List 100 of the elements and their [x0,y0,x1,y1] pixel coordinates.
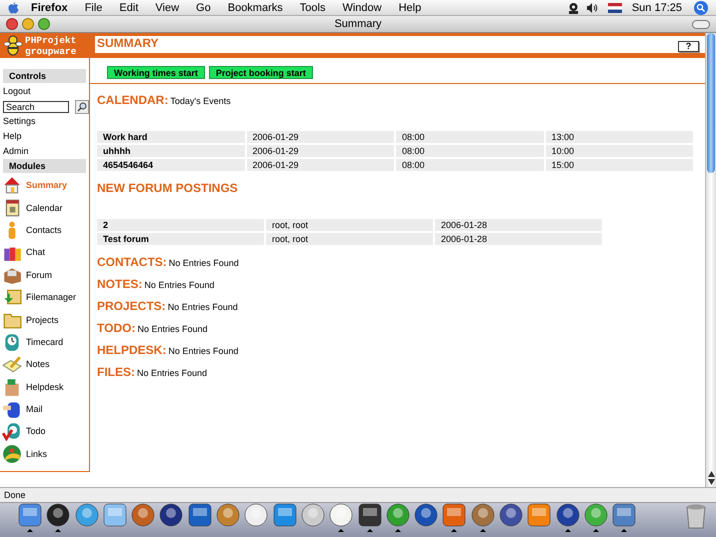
sidebar-link[interactable]: Help [0,129,89,144]
section-title: FILES: [97,365,135,379]
module-link[interactable]: Forum [0,264,89,286]
menu-item[interactable]: Edit [119,2,138,14]
empty-message: No Entries Found [168,346,238,356]
empty-message: No Entries Found [144,280,214,290]
app-icon[interactable] [556,503,580,527]
sidebar-link[interactable]: Settings [0,114,89,129]
section-title: PROJECTS: [97,299,166,313]
table-cell: 2006-01-29 [246,131,394,143]
app-icon[interactable] [244,503,268,527]
table-cell: 2 [97,219,264,231]
scroll-up-icon[interactable] [708,471,714,477]
menu-item[interactable]: View [155,2,180,14]
table-cell: Work hard [97,131,244,143]
scroll-down-icon[interactable] [708,479,714,485]
app-icon[interactable] [300,503,325,527]
section-title: CALENDAR: [97,93,168,107]
table-cell: 2006-01-29 [246,145,394,157]
table-cell: 08:00 [396,145,544,157]
apple-logo-icon[interactable] [8,2,19,14]
close-button[interactable] [6,18,18,30]
module-link[interactable]: Mail [0,398,89,420]
search-field[interactable]: Search [3,100,69,112]
module-link[interactable]: Notes [0,353,89,376]
module-link[interactable]: Contacts [0,218,89,242]
app-icon[interactable] [272,503,297,527]
app-icon[interactable] [131,503,156,527]
globe-icon [2,444,22,464]
section-subtitle: Today's Events [170,96,231,106]
menu-item[interactable]: Bookmarks [228,2,283,14]
minimize-button[interactable] [22,18,34,30]
app-icon[interactable] [188,503,212,527]
zoom-button[interactable] [38,18,50,30]
app-icon[interactable] [159,503,184,527]
search-icon[interactable] [694,0,708,14]
action-button[interactable]: Working times start [107,66,205,79]
window-title: Summary [333,18,383,30]
menu-item[interactable]: Firefox [31,2,68,14]
empty-message: No Entries Found [137,368,208,378]
app-icon[interactable] [470,503,495,527]
table-cell: 08:00 [396,131,544,143]
app-icon[interactable] [358,503,382,527]
app-icon[interactable] [499,503,524,527]
sidebar-link[interactable]: Logout [0,84,89,99]
app-icon[interactable] [442,503,466,527]
app-icon[interactable] [216,503,240,527]
clock-text[interactable]: Sun 17:25 [632,2,682,14]
app-icon[interactable] [414,503,438,527]
module-link[interactable]: Calendar [0,196,89,219]
scrollbar-thumb[interactable] [707,33,715,173]
module-link[interactable]: Timecard [0,330,89,354]
help-button[interactable]: ? [678,41,699,52]
module-link[interactable]: Helpdesk [0,376,89,398]
table-cell: 2006-01-29 [246,159,394,171]
module-link[interactable]: Chat [0,241,89,264]
app-icon[interactable] [74,503,99,527]
menu-item[interactable]: Help [398,2,422,14]
logo-text: PHProjekt groupware [25,34,76,56]
module-link[interactable]: Links [0,442,89,466]
app-icon[interactable] [386,503,410,527]
table-cell: Test forum [97,233,264,245]
app-icon[interactable] [612,503,636,527]
menu-item[interactable]: Window [342,2,382,14]
sidebar-link[interactable]: Admin [0,144,89,159]
empty-message: No Entries Found [168,258,239,268]
table-cell: 4654546464 [97,159,244,171]
table-cell: root, root [266,219,433,231]
table-cell: 2006-01-28 [435,233,602,245]
search-button[interactable] [75,100,89,114]
section-title: CONTACTS: [97,255,167,269]
table-cell: 10:00 [546,145,693,157]
flag-icon[interactable] [608,2,622,12]
section-title: TODO: [97,321,136,335]
empty-message: No Entries Found [168,302,238,312]
module-link[interactable]: Filemanager [0,286,89,308]
menu-item[interactable]: Tools [300,2,326,14]
menu-item[interactable]: Go [196,2,211,14]
page-title: SUMMARY [97,36,159,50]
toolbar-toggle-button[interactable] [692,20,710,28]
app-icon[interactable] [584,503,608,527]
bee-icon [3,34,23,58]
app-icon[interactable] [46,503,70,527]
module-link[interactable]: Summary [0,174,89,196]
module-link[interactable]: Todo [0,420,89,443]
menu-item[interactable]: File [84,2,102,14]
app-icon[interactable] [329,503,354,527]
empty-message: No Entries Found [137,324,208,334]
section-heading: Modules [3,159,86,173]
table-cell: 2006-01-28 [435,219,602,231]
trash-icon[interactable] [684,503,708,529]
section-title: NEW FORUM POSTINGS [97,181,238,195]
section-heading: Controls [3,69,86,83]
table-cell: 08:00 [396,159,544,171]
module-link[interactable]: Projects [0,308,89,331]
section-title: HELPDESK: [97,343,166,357]
table-cell: 13:00 [546,131,693,143]
section-title: NOTES: [97,277,142,291]
volume-icon[interactable] [586,2,598,12]
action-button[interactable]: Project booking start [208,66,313,79]
